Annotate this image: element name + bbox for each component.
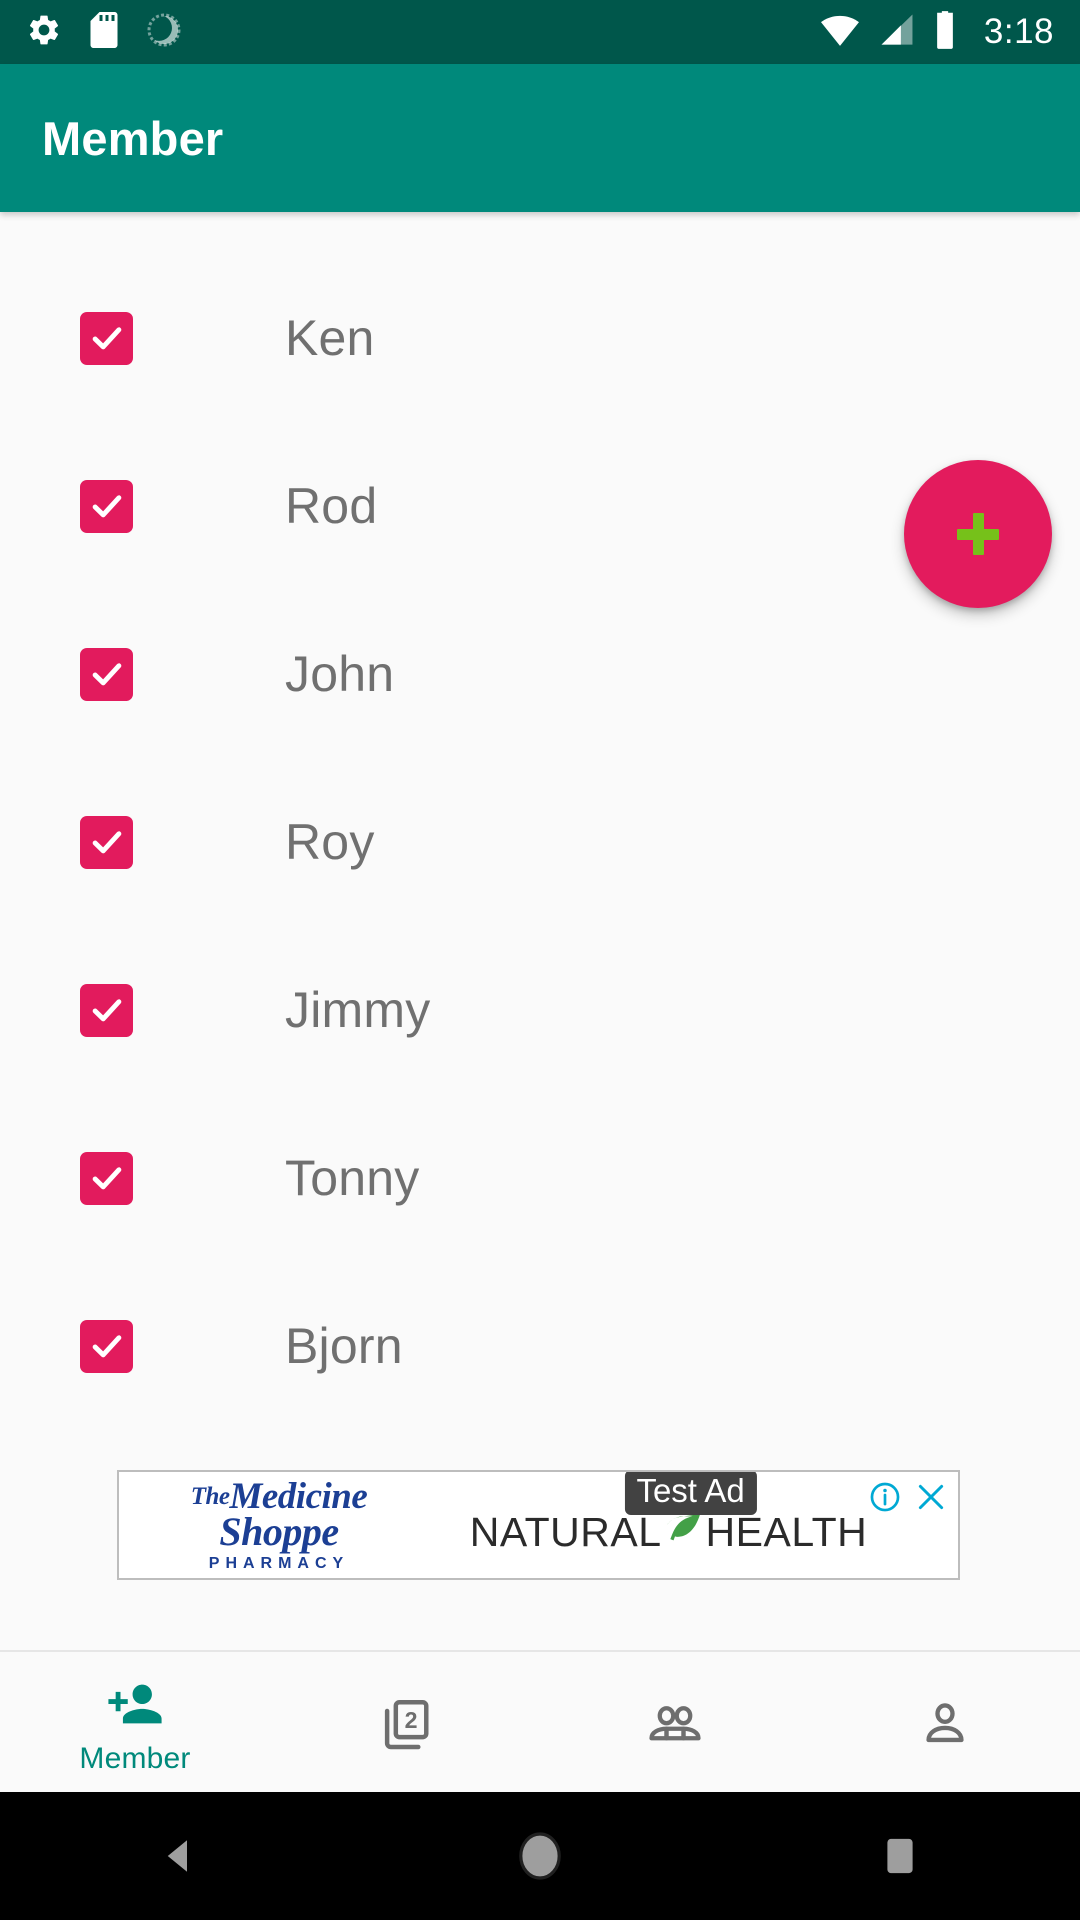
member-checkbox[interactable] bbox=[80, 1319, 133, 1373]
info-icon[interactable] bbox=[868, 1480, 902, 1519]
test-ad-badge: Test Ad bbox=[624, 1472, 757, 1515]
ad-headline-health: HEALTH bbox=[705, 1508, 868, 1555]
ad-banner[interactable]: TheMedicine Shoppe PHARMACY NATURAL HEAL… bbox=[117, 1470, 960, 1580]
nav-item-people[interactable] bbox=[540, 1652, 810, 1792]
content-area: Ken Rod John Roy Jimmy Tonny Bjorn TheMedicine… bbox=[0, 212, 1080, 1650]
member-row[interactable]: Bjorn bbox=[0, 1262, 1080, 1430]
member-row[interactable]: Jimmy bbox=[0, 926, 1080, 1094]
person-icon bbox=[916, 1695, 974, 1755]
member-row[interactable]: Tonny bbox=[0, 1094, 1080, 1262]
back-button[interactable] bbox=[110, 1792, 250, 1920]
close-icon[interactable] bbox=[914, 1480, 948, 1519]
recents-button[interactable] bbox=[830, 1792, 970, 1920]
member-name: Jimmy bbox=[285, 982, 431, 1038]
advertiser-logo: TheMedicine Shoppe PHARMACY bbox=[119, 1472, 439, 1578]
status-bar-left-icons bbox=[26, 11, 182, 53]
filter-2-icon: 2 bbox=[376, 1695, 434, 1755]
member-name: Bjorn bbox=[285, 1318, 403, 1374]
person-add-icon bbox=[106, 1674, 164, 1734]
phone-screen: 3:18 Member Ken Rod John Roy Jimmy Tonny Bjorn… bbox=[0, 0, 1080, 1920]
member-checkbox[interactable] bbox=[80, 983, 133, 1037]
member-name: Roy bbox=[285, 814, 375, 870]
ad-logo-shoppe: Shoppe bbox=[219, 1508, 339, 1554]
nav-item-member[interactable]: Member bbox=[0, 1652, 270, 1792]
home-button[interactable] bbox=[470, 1792, 610, 1920]
ad-headline-natural: NATURAL bbox=[469, 1508, 662, 1555]
bottom-navigation: Member 2 bbox=[0, 1650, 1080, 1792]
nav-item-member-label: Member bbox=[79, 1742, 191, 1775]
page-title: Member bbox=[42, 111, 224, 165]
member-name: John bbox=[285, 646, 395, 702]
nav-item-filter-2[interactable]: 2 bbox=[270, 1652, 540, 1792]
sync-progress-icon bbox=[146, 12, 182, 53]
status-bar: 3:18 bbox=[0, 0, 1080, 64]
member-checkbox[interactable] bbox=[80, 479, 133, 533]
sd-card-icon bbox=[88, 11, 120, 53]
member-checkbox[interactable] bbox=[80, 1151, 133, 1205]
plus-icon-vertical bbox=[972, 513, 984, 555]
recents-square-icon bbox=[887, 1838, 913, 1874]
member-name: Ken bbox=[285, 310, 375, 366]
member-checkbox[interactable] bbox=[80, 311, 133, 365]
ad-logo-pharmacy: PHARMACY bbox=[208, 1554, 350, 1572]
home-circle-icon bbox=[519, 1832, 561, 1880]
app-bar: Member bbox=[0, 64, 1080, 212]
back-triangle-icon bbox=[167, 1840, 187, 1872]
member-name: Rod bbox=[285, 478, 378, 534]
nav-item-person[interactable] bbox=[810, 1652, 1080, 1792]
member-checkbox[interactable] bbox=[80, 815, 133, 869]
people-icon bbox=[645, 1695, 705, 1755]
svg-text:2: 2 bbox=[405, 1707, 418, 1733]
status-bar-right-icons: 3:18 bbox=[820, 10, 1054, 54]
member-row[interactable]: John bbox=[0, 590, 1080, 758]
ad-logo-the: The bbox=[190, 1483, 230, 1511]
add-member-fab[interactable] bbox=[904, 460, 1052, 608]
android-system-nav bbox=[0, 1792, 1080, 1920]
cellular-signal-icon bbox=[878, 13, 916, 52]
member-name: Tonny bbox=[285, 1150, 420, 1206]
status-bar-clock: 3:18 bbox=[983, 12, 1054, 51]
wifi-icon bbox=[820, 13, 860, 52]
member-checkbox[interactable] bbox=[80, 647, 133, 701]
member-list: Ken Rod John Roy Jimmy Tonny Bjorn bbox=[0, 254, 1080, 1430]
settings-gear-icon bbox=[26, 12, 62, 53]
battery-icon bbox=[934, 10, 956, 54]
member-row[interactable]: Ken bbox=[0, 254, 1080, 422]
member-row[interactable]: Roy bbox=[0, 758, 1080, 926]
ad-controls bbox=[868, 1480, 948, 1519]
